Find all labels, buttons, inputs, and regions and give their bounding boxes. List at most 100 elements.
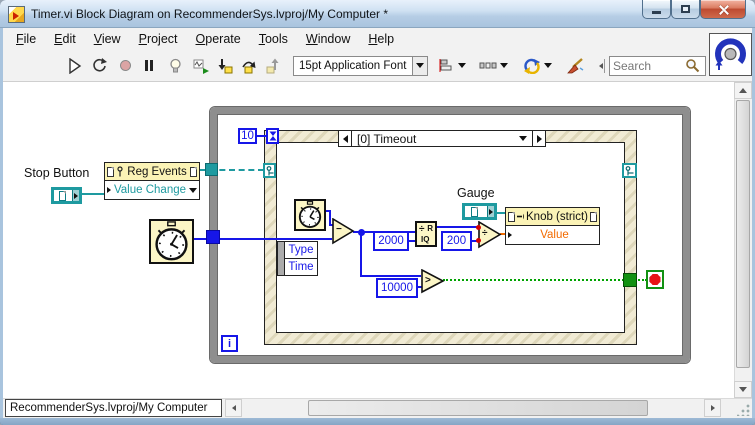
arrow-up-icon (739, 88, 747, 93)
search-box[interactable] (609, 56, 706, 76)
dynamic-event-terminal-right[interactable] (622, 163, 637, 178)
event-case-name[interactable]: [0] Timeout (352, 130, 532, 147)
scroll-up-button[interactable] (734, 82, 752, 99)
divider (604, 59, 605, 73)
scroll-left-button[interactable] (225, 399, 242, 417)
search-bar-expander[interactable] (599, 59, 605, 73)
output-arrow-icon (489, 209, 493, 215)
event-source-name: Value Change (111, 184, 189, 196)
step-out-button[interactable] (261, 53, 285, 78)
wire-elapsed-branch[interactable] (360, 233, 362, 277)
constant-200[interactable]: 200 (441, 231, 472, 251)
event-data-field-time[interactable]: Time (284, 258, 318, 276)
wire-stopbutton-to-regevents[interactable] (82, 193, 104, 195)
font-selector[interactable]: 15pt Application Font (293, 56, 413, 76)
close-button[interactable] (700, 0, 746, 19)
page-icon (590, 212, 597, 222)
quotient-remainder-node[interactable]: ÷ R IQ (415, 221, 437, 247)
gauge-label[interactable]: Gauge (457, 186, 495, 200)
chevron-down-icon (416, 63, 424, 68)
constant-2000[interactable]: 2000 (373, 231, 409, 251)
distribute-objects-button[interactable] (476, 54, 511, 77)
align-objects-icon (438, 58, 455, 73)
next-case-arrow[interactable] (532, 130, 546, 147)
close-icon (718, 4, 729, 15)
case-dropdown-icon[interactable] (519, 136, 527, 141)
constant-10000[interactable]: 10000 (376, 278, 418, 298)
property-node-header[interactable]: Knob (strict) (505, 207, 600, 226)
loop-tunnel-events[interactable] (205, 163, 218, 176)
divide-glyph: ÷ (482, 228, 488, 239)
run-button[interactable] (63, 53, 87, 78)
event-data-field-type[interactable]: Type (284, 241, 318, 259)
stop-button-ref-terminal[interactable] (51, 187, 82, 204)
titlebar[interactable]: Timer.vi Block Diagram on RecommenderSys… (0, 0, 755, 28)
loop-condition-terminal[interactable] (646, 270, 664, 289)
chevron-down-icon (500, 63, 508, 68)
step-over-button[interactable] (237, 53, 261, 78)
wire-timeout[interactable] (257, 135, 266, 137)
retain-wire-values-icon (193, 58, 210, 74)
menu-item-help[interactable]: Help (359, 29, 403, 49)
dynamic-event-terminal-left[interactable] (263, 163, 276, 178)
window-frame: Timer.vi Block Diagram on RecommenderSys… (0, 0, 755, 425)
align-objects-button[interactable] (435, 54, 469, 77)
menu-item-window[interactable]: Window (297, 29, 359, 49)
menu-item-tools[interactable]: Tools (250, 29, 297, 49)
stop-button-label[interactable]: Stop Button (24, 166, 89, 180)
minimize-button[interactable] (642, 0, 671, 19)
property-node-title: Knob (strict) (526, 211, 588, 223)
subtract-glyph: − (336, 224, 342, 235)
scroll-down-button[interactable] (734, 381, 752, 398)
wire-elapsed-to-compare[interactable] (360, 275, 421, 277)
knob-property-node[interactable]: Knob (strict) Value (505, 207, 600, 245)
gauge-ref-terminal[interactable] (462, 203, 497, 220)
search-input[interactable] (613, 59, 685, 73)
clock-icon (296, 201, 324, 229)
window-resize-grip[interactable] (737, 403, 750, 416)
abort-button[interactable] (113, 53, 137, 78)
event-dropdown-icon[interactable] (189, 188, 197, 193)
vi-icon-pane[interactable] (709, 33, 752, 76)
timeout-constant[interactable]: 10 (238, 128, 257, 144)
step-into-button[interactable] (213, 53, 237, 78)
retain-wire-values-button[interactable] (189, 53, 213, 78)
tick-count-node-outer[interactable] (149, 219, 194, 264)
horizontal-scroll-thumb[interactable] (308, 400, 648, 416)
menu-item-file[interactable]: File (7, 29, 45, 49)
menu-item-project[interactable]: Project (130, 29, 187, 49)
font-selector-dropdown[interactable] (413, 56, 428, 76)
property-name: Value (512, 229, 597, 241)
reg-events-event-row[interactable]: Value Change (104, 181, 200, 200)
pause-button[interactable] (137, 53, 161, 78)
maximize-button[interactable] (671, 0, 700, 19)
menu-item-operate[interactable]: Operate (187, 29, 250, 49)
reg-events-header[interactable]: Reg Events (104, 162, 200, 181)
previous-case-arrow[interactable] (338, 130, 352, 147)
hourglass-icon (269, 131, 277, 141)
scroll-right-button[interactable] (704, 399, 721, 417)
event-timeout-terminal[interactable] (266, 128, 279, 144)
property-value-row[interactable]: Value (505, 226, 600, 245)
dynamic-event-icon (625, 166, 634, 176)
run-continuous-button[interactable] (87, 53, 111, 78)
run-icon (67, 58, 83, 74)
menu-item-view[interactable]: View (85, 29, 130, 49)
event-tunnel-boolean[interactable] (623, 273, 637, 287)
link-icon (517, 212, 524, 221)
highlight-execution-button[interactable] (163, 53, 187, 78)
iteration-terminal[interactable]: i (221, 335, 238, 352)
vertical-scroll-thumb[interactable] (736, 100, 750, 368)
tick-count-node-inner[interactable] (294, 199, 326, 231)
register-for-events-node[interactable]: Reg Events Value Change (104, 162, 200, 200)
wire-boolean-stop[interactable] (443, 279, 647, 281)
reorder-objects-button[interactable] (520, 54, 555, 77)
cleanup-diagram-button[interactable] (563, 53, 587, 78)
loop-tunnel-tickcount[interactable] (206, 230, 220, 244)
wire-junction-dot (358, 229, 365, 236)
wire-remainder-to-divide[interactable] (437, 226, 478, 228)
execution-target-display[interactable]: RecommenderSys.lvproj/My Computer (5, 399, 222, 417)
menu-item-edit[interactable]: Edit (45, 29, 85, 49)
chevron-down-icon (458, 63, 466, 68)
coercion-dot (476, 225, 481, 230)
